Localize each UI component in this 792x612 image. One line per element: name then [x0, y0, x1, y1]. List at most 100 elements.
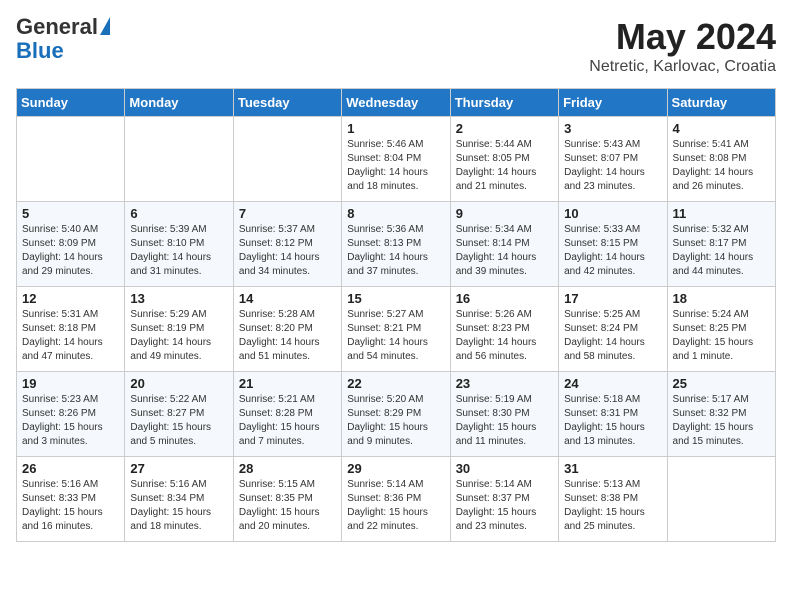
header-sunday: Sunday: [17, 89, 125, 117]
calendar-cell: 19 Sunrise: 5:23 AM Sunset: 8:26 PM Dayli…: [17, 372, 125, 457]
calendar-cell: 18Sunrise: 5:24 AM Sunset: 8:25 PM Dayli…: [667, 287, 775, 372]
day-info: Sunrise: 5:26 AM Sunset: 8:23 PM Dayligh…: [456, 308, 553, 364]
day-info: Sunrise: 5:41 AM Sunset: 8:08 PM Dayligh…: [673, 138, 770, 194]
calendar-cell: 9 Sunrise: 5:34 AM Sunset: 8:14 PM Daylig…: [450, 202, 558, 287]
day-number: 21: [239, 376, 336, 391]
calendar-cell: [125, 117, 233, 202]
calendar-week-2: 5 Sunrise: 5:40 AM Sunset: 8:09 PM Daylig…: [17, 202, 776, 287]
day-number: 31: [564, 461, 661, 476]
day-info: Sunrise: 5:17 AM Sunset: 8:32 PM Dayligh…: [673, 393, 770, 449]
calendar-cell: 15Sunrise: 5:27 AM Sunset: 8:21 PM Dayli…: [342, 287, 450, 372]
calendar-cell: 14 Sunrise: 5:28 AM Sunset: 8:20 PM Dayli…: [233, 287, 341, 372]
calendar-cell: 20 Sunrise: 5:22 AM Sunset: 8:27 PM Dayli…: [125, 372, 233, 457]
calendar-week-3: 12 Sunrise: 5:31 AM Sunset: 8:18 PM Dayli…: [17, 287, 776, 372]
day-number: 14: [239, 291, 336, 306]
day-info: Sunrise: 5:28 AM Sunset: 8:20 PM Dayligh…: [239, 308, 336, 364]
day-number: 16: [456, 291, 553, 306]
calendar-week-5: 26 Sunrise: 5:16 AM Sunset: 8:33 PM Dayli…: [17, 457, 776, 542]
day-number: 24: [564, 376, 661, 391]
calendar-cell: 27 Sunrise: 5:16 AM Sunset: 8:34 PM Dayli…: [125, 457, 233, 542]
calendar-location: Netretic, Karlovac, Croatia: [589, 58, 776, 76]
calendar-cell: 10Sunrise: 5:33 AM Sunset: 8:15 PM Dayli…: [559, 202, 667, 287]
calendar-cell: 2 Sunrise: 5:44 AM Sunset: 8:05 PM Daylig…: [450, 117, 558, 202]
day-info: Sunrise: 5:16 AM Sunset: 8:34 PM Dayligh…: [130, 478, 227, 534]
logo-triangle-icon: [100, 17, 110, 35]
day-number: 28: [239, 461, 336, 476]
day-info: Sunrise: 5:22 AM Sunset: 8:27 PM Dayligh…: [130, 393, 227, 449]
calendar-cell: 6 Sunrise: 5:39 AM Sunset: 8:10 PM Daylig…: [125, 202, 233, 287]
day-number: 6: [130, 206, 227, 221]
calendar-cell: 8Sunrise: 5:36 AM Sunset: 8:13 PM Daylig…: [342, 202, 450, 287]
page-header: General Blue May 2024 Netretic, Karlovac…: [16, 16, 776, 76]
day-info: Sunrise: 5:44 AM Sunset: 8:05 PM Dayligh…: [456, 138, 553, 194]
calendar-cell: 11Sunrise: 5:32 AM Sunset: 8:17 PM Dayli…: [667, 202, 775, 287]
day-info: Sunrise: 5:29 AM Sunset: 8:19 PM Dayligh…: [130, 308, 227, 364]
day-number: 9: [456, 206, 553, 221]
day-info: Sunrise: 5:46 AM Sunset: 8:04 PM Dayligh…: [347, 138, 444, 194]
calendar-cell: 13 Sunrise: 5:29 AM Sunset: 8:19 PM Dayli…: [125, 287, 233, 372]
day-number: 20: [130, 376, 227, 391]
header-monday: Monday: [125, 89, 233, 117]
day-number: 13: [130, 291, 227, 306]
calendar-cell: 3 Sunrise: 5:43 AM Sunset: 8:07 PM Daylig…: [559, 117, 667, 202]
day-number: 1: [347, 121, 444, 136]
day-number: 25: [673, 376, 770, 391]
day-number: 3: [564, 121, 661, 136]
calendar-cell: 24 Sunrise: 5:18 AM Sunset: 8:31 PM Dayli…: [559, 372, 667, 457]
day-info: Sunrise: 5:37 AM Sunset: 8:12 PM Dayligh…: [239, 223, 336, 279]
day-info: Sunrise: 5:14 AM Sunset: 8:36 PM Dayligh…: [347, 478, 444, 534]
calendar-header-row: SundayMondayTuesdayWednesdayThursdayFrid…: [17, 89, 776, 117]
calendar-cell: 16 Sunrise: 5:26 AM Sunset: 8:23 PM Dayli…: [450, 287, 558, 372]
calendar-cell: 21Sunrise: 5:21 AM Sunset: 8:28 PM Dayli…: [233, 372, 341, 457]
day-number: 18: [673, 291, 770, 306]
calendar-cell: [17, 117, 125, 202]
day-info: Sunrise: 5:20 AM Sunset: 8:29 PM Dayligh…: [347, 393, 444, 449]
day-number: 7: [239, 206, 336, 221]
day-number: 22: [347, 376, 444, 391]
day-number: 29: [347, 461, 444, 476]
header-friday: Friday: [559, 89, 667, 117]
day-number: 4: [673, 121, 770, 136]
logo: General Blue: [16, 16, 110, 64]
day-info: Sunrise: 5:32 AM Sunset: 8:17 PM Dayligh…: [673, 223, 770, 279]
day-info: Sunrise: 5:43 AM Sunset: 8:07 PM Dayligh…: [564, 138, 661, 194]
calendar-cell: 30Sunrise: 5:14 AM Sunset: 8:37 PM Dayli…: [450, 457, 558, 542]
day-number: 26: [22, 461, 119, 476]
calendar-week-4: 19 Sunrise: 5:23 AM Sunset: 8:26 PM Dayli…: [17, 372, 776, 457]
day-number: 2: [456, 121, 553, 136]
calendar-cell: [233, 117, 341, 202]
day-info: Sunrise: 5:34 AM Sunset: 8:14 PM Dayligh…: [456, 223, 553, 279]
day-info: Sunrise: 5:18 AM Sunset: 8:31 PM Dayligh…: [564, 393, 661, 449]
calendar-cell: 26 Sunrise: 5:16 AM Sunset: 8:33 PM Dayli…: [17, 457, 125, 542]
day-info: Sunrise: 5:39 AM Sunset: 8:10 PM Dayligh…: [130, 223, 227, 279]
logo-blue-text: Blue: [16, 38, 64, 64]
day-info: Sunrise: 5:16 AM Sunset: 8:33 PM Dayligh…: [22, 478, 119, 534]
day-number: 19: [22, 376, 119, 391]
day-info: Sunrise: 5:23 AM Sunset: 8:26 PM Dayligh…: [22, 393, 119, 449]
day-number: 10: [564, 206, 661, 221]
logo-general-text: General: [16, 16, 98, 38]
calendar-week-1: 1 Sunrise: 5:46 AM Sunset: 8:04 PM Daylig…: [17, 117, 776, 202]
calendar-cell: 23Sunrise: 5:19 AM Sunset: 8:30 PM Dayli…: [450, 372, 558, 457]
day-info: Sunrise: 5:40 AM Sunset: 8:09 PM Dayligh…: [22, 223, 119, 279]
day-info: Sunrise: 5:14 AM Sunset: 8:37 PM Dayligh…: [456, 478, 553, 534]
calendar-cell: 4 Sunrise: 5:41 AM Sunset: 8:08 PM Daylig…: [667, 117, 775, 202]
calendar-cell: 31 Sunrise: 5:13 AM Sunset: 8:38 PM Dayli…: [559, 457, 667, 542]
calendar-cell: 28 Sunrise: 5:15 AM Sunset: 8:35 PM Dayli…: [233, 457, 341, 542]
calendar-cell: 17Sunrise: 5:25 AM Sunset: 8:24 PM Dayli…: [559, 287, 667, 372]
day-info: Sunrise: 5:13 AM Sunset: 8:38 PM Dayligh…: [564, 478, 661, 534]
calendar-title: May 2024: [589, 16, 776, 58]
day-info: Sunrise: 5:15 AM Sunset: 8:35 PM Dayligh…: [239, 478, 336, 534]
calendar-cell: 22 Sunrise: 5:20 AM Sunset: 8:29 PM Dayli…: [342, 372, 450, 457]
calendar-table: SundayMondayTuesdayWednesdayThursdayFrid…: [16, 88, 776, 542]
day-info: Sunrise: 5:27 AM Sunset: 8:21 PM Dayligh…: [347, 308, 444, 364]
day-info: Sunrise: 5:36 AM Sunset: 8:13 PM Dayligh…: [347, 223, 444, 279]
header-thursday: Thursday: [450, 89, 558, 117]
day-number: 5: [22, 206, 119, 221]
day-number: 12: [22, 291, 119, 306]
header-saturday: Saturday: [667, 89, 775, 117]
header-wednesday: Wednesday: [342, 89, 450, 117]
day-number: 27: [130, 461, 227, 476]
calendar-cell: 25 Sunrise: 5:17 AM Sunset: 8:32 PM Dayli…: [667, 372, 775, 457]
day-info: Sunrise: 5:31 AM Sunset: 8:18 PM Dayligh…: [22, 308, 119, 364]
